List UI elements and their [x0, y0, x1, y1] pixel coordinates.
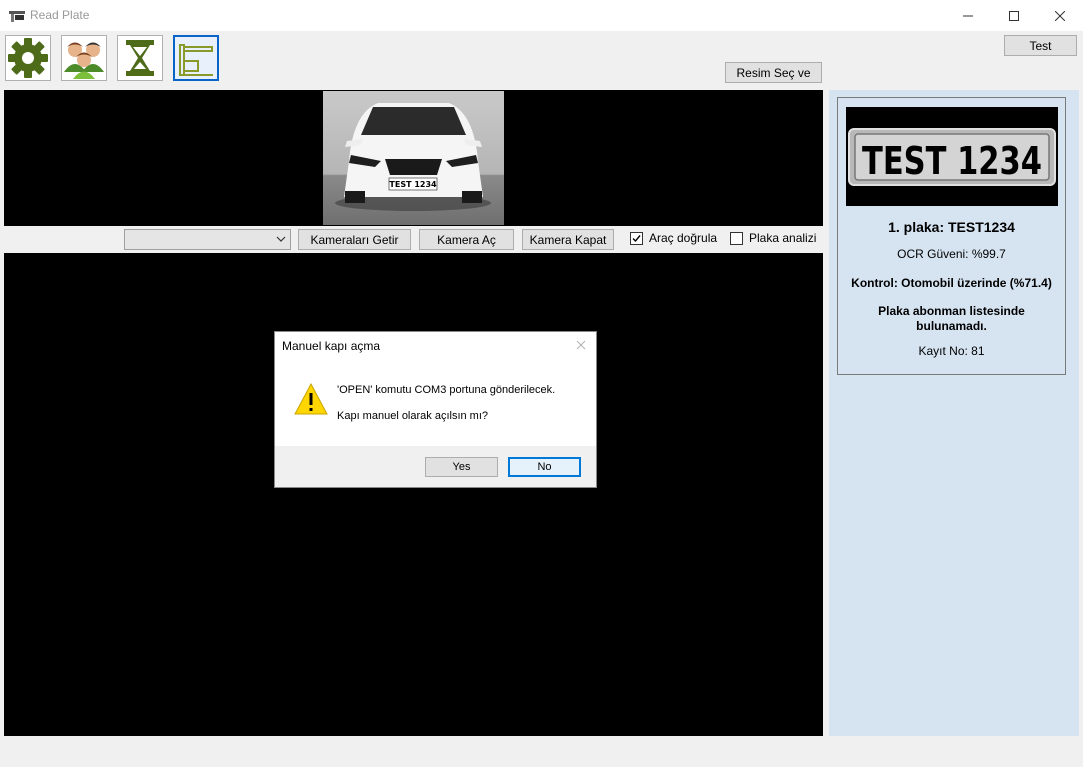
ocr-confidence: OCR Güveni: %99.7 [897, 247, 1006, 261]
vehicle-verify-label: Araç doğrula [649, 231, 718, 245]
close-window-button[interactable] [1037, 0, 1083, 31]
barrier-gate-icon [179, 44, 213, 76]
no-button[interactable]: No [508, 457, 581, 477]
record-number: Kayıt No: 81 [918, 344, 985, 358]
select-image-button[interactable]: Resim Seç ve [725, 62, 822, 83]
car-plate-label: TEST 1234 [389, 180, 437, 189]
users-icon [64, 42, 104, 79]
window-title: Read Plate [30, 8, 90, 22]
get-cameras-button[interactable]: Kameraları Getir [298, 229, 411, 250]
camera-video-area [4, 253, 823, 736]
dialog-close-button[interactable] [574, 338, 588, 352]
chevron-down-icon [276, 236, 286, 242]
subscription-status-line2: bulunamadı. [916, 319, 987, 333]
hourglass-icon [126, 40, 154, 76]
app-icon [9, 11, 25, 22]
plate-heading: 1. plaka: TEST1234 [888, 219, 1015, 235]
test-button[interactable]: Test [1004, 35, 1077, 56]
vehicle-check-result: Kontrol: Otomobil üzerinde (%71.4) [851, 276, 1052, 290]
history-button[interactable] [117, 35, 163, 81]
checkmark-icon [632, 235, 641, 243]
car-photo: TEST 1234 [323, 91, 504, 225]
dialog-message-1: 'OPEN' komutu COM3 portuna gönderilecek. [337, 384, 556, 396]
subscription-status-line1: Plaka abonman listesinde [878, 304, 1025, 318]
maximize-button[interactable] [991, 0, 1037, 31]
close-icon [576, 340, 586, 350]
plate-analysis-label: Plaka analizi [749, 231, 817, 245]
yes-button[interactable]: Yes [425, 457, 498, 477]
plate-analysis-checkbox[interactable] [730, 232, 743, 245]
title-bar [0, 0, 1083, 31]
close-icon [1055, 10, 1065, 21]
plate-image: TEST 1234 [846, 107, 1058, 206]
close-camera-button[interactable]: Kamera Kapat [522, 229, 614, 250]
settings-button[interactable] [5, 35, 51, 81]
camera-select[interactable] [124, 229, 291, 250]
users-button[interactable] [61, 35, 107, 81]
dialog-title: Manuel kapı açma [282, 339, 381, 353]
dialog-message-2: Kapı manuel olarak açılsın mı? [337, 410, 489, 422]
minimize-icon [963, 15, 973, 16]
open-camera-button[interactable]: Kamera Aç [419, 229, 514, 250]
minimize-button[interactable] [945, 0, 991, 31]
plate-image-text: TEST 1234 [862, 139, 1042, 183]
warning-icon [294, 383, 328, 415]
maximize-icon [1009, 10, 1019, 21]
barrier-gate-button[interactable] [173, 35, 219, 81]
vehicle-verify-checkbox[interactable] [630, 232, 643, 245]
gear-icon [8, 38, 48, 78]
